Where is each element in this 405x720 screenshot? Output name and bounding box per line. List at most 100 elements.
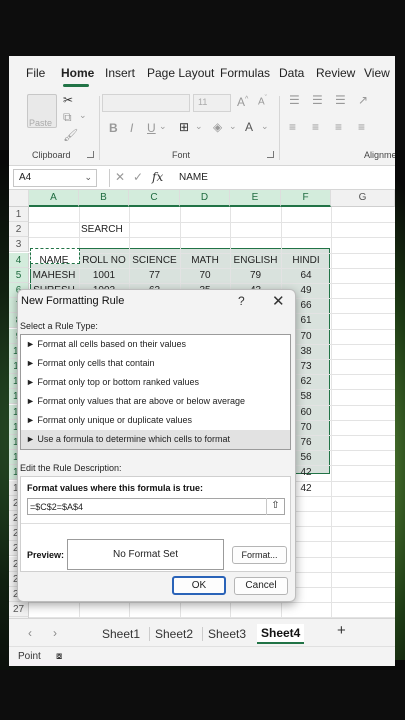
format-button[interactable]: Format... [232, 546, 287, 564]
font-color-icon[interactable]: A [245, 120, 253, 134]
formula-separator [109, 169, 110, 187]
copy-dropdown-icon[interactable]: ⌄ [79, 110, 87, 121]
column-header-d[interactable]: D [180, 190, 230, 207]
bold-icon[interactable]: B [109, 121, 118, 135]
italic-icon[interactable]: I [130, 121, 133, 135]
gridline [331, 207, 332, 630]
tab-page-layout[interactable]: Page Layout [147, 66, 214, 80]
chevron-down-icon[interactable]: ⌄ [84, 172, 92, 183]
formula-content[interactable]: NAME [179, 172, 208, 183]
tab-review[interactable]: Review [316, 66, 355, 80]
orientation-icon[interactable]: ↗ [358, 93, 368, 107]
underline-dropdown-icon[interactable]: ⌄ [159, 121, 167, 132]
tab-view[interactable]: View [364, 66, 390, 80]
rule-type-item-selected[interactable]: ► Use a formula to determine which cells… [21, 430, 290, 449]
gridline [29, 237, 395, 239]
cancel-entry-icon[interactable]: ✕ [115, 170, 125, 184]
fill-color-icon[interactable]: ◈ [213, 120, 222, 134]
cell[interactable]: 1001 [79, 268, 129, 283]
font-launcher-icon[interactable] [267, 151, 274, 158]
name-box-value: A4 [19, 172, 32, 183]
status-mode: Point [18, 651, 41, 662]
rule-type-item[interactable]: ► Format only values that are above or b… [21, 392, 290, 411]
tab-insert[interactable]: Insert [105, 66, 135, 80]
font-size-select[interactable]: 11 [193, 94, 231, 112]
rule-type-item[interactable]: ► Format only cells that contain [21, 354, 290, 373]
align-right-icon[interactable]: ≡ [335, 120, 342, 134]
align-left-icon[interactable]: ≡ [289, 120, 296, 134]
rule-type-list[interactable]: ► Format all cells based on their values… [20, 334, 291, 450]
ok-button[interactable]: OK [172, 576, 226, 595]
sheet-tab-sheet3[interactable]: Sheet3 [208, 627, 246, 641]
indent-icon[interactable]: ≡ [358, 120, 365, 134]
column-header-e[interactable]: E [230, 190, 281, 207]
accessibility-icon[interactable]: ⧇ [56, 651, 62, 662]
align-bottom-icon[interactable]: ☰ [335, 93, 346, 107]
borders-icon[interactable]: ⊞ [179, 120, 189, 134]
tab-formulas[interactable]: Formulas [220, 66, 270, 80]
sheet-tab-sheet2[interactable]: Sheet2 [155, 627, 193, 641]
tab-data[interactable]: Data [279, 66, 304, 80]
row-header-2[interactable]: 2 [9, 222, 29, 238]
font-family-select[interactable] [102, 94, 190, 112]
insert-function-icon[interactable]: fx [152, 170, 163, 184]
sheet-tab-sheet4[interactable]: Sheet4 [257, 624, 305, 644]
scroll-right-icon[interactable]: › [53, 626, 57, 640]
font-color-dropdown-icon[interactable]: ⌄ [261, 121, 269, 132]
select-all-corner[interactable] [9, 190, 29, 207]
rule-type-item[interactable]: ► Format only top or bottom ranked value… [21, 373, 290, 392]
rule-type-item[interactable]: ► Format all cells based on their values [21, 335, 290, 354]
tab-file[interactable]: File [26, 66, 45, 80]
cancel-button[interactable]: Cancel [234, 577, 288, 595]
rule-type-item[interactable]: ► Format only unique or duplicate values [21, 411, 290, 430]
close-icon[interactable]: ✕ [272, 292, 285, 310]
scroll-left-icon[interactable]: ‹ [28, 626, 32, 640]
row-header-3[interactable]: 3 [9, 237, 29, 253]
column-header-c[interactable]: C [129, 190, 180, 207]
align-top-icon[interactable]: ☰ [289, 93, 300, 107]
format-painter-icon[interactable]: 🖌 [63, 128, 78, 142]
cell[interactable]: SEARCH [79, 222, 129, 237]
cut-icon[interactable]: ✂ [63, 93, 73, 107]
name-box[interactable]: A4 ⌄ [13, 169, 97, 187]
cell[interactable]: ROLL NO [79, 253, 129, 268]
row-header-1[interactable]: 1 [9, 207, 29, 222]
align-center-icon[interactable]: ≡ [312, 120, 319, 134]
cell[interactable]: ENGLISH [230, 253, 281, 268]
column-header-a[interactable]: A [29, 190, 79, 207]
cell[interactable]: 79 [230, 268, 281, 283]
cell[interactable]: 70 [180, 268, 230, 283]
underline-icon[interactable]: U [147, 121, 156, 135]
add-sheet-icon[interactable]: + [337, 622, 346, 639]
rule-description-panel: Format values where this formula is true… [20, 476, 291, 572]
row-header-4[interactable]: 4 [9, 252, 29, 268]
copy-icon[interactable]: ⧉ [63, 110, 72, 125]
clipboard-launcher-icon[interactable] [87, 151, 94, 158]
formula-input-value: =$C$2=$A$4 [30, 502, 84, 512]
column-header-f[interactable]: F [281, 190, 331, 207]
sheet-tab-sheet1[interactable]: Sheet1 [102, 627, 140, 641]
cell[interactable]: MAHESH [29, 268, 79, 283]
collapse-dialog-icon[interactable]: ⇧ [266, 498, 284, 515]
select-rule-type-label: Select a Rule Type: [20, 321, 98, 331]
fill-dropdown-icon[interactable]: ⌄ [229, 121, 237, 132]
confirm-entry-icon[interactable]: ✓ [133, 170, 143, 184]
decrease-font-icon[interactable]: Aˇ [258, 95, 267, 107]
cell[interactable]: 77 [129, 268, 180, 283]
align-middle-icon[interactable]: ☰ [312, 93, 323, 107]
row-header-5[interactable]: 5 [9, 267, 29, 283]
cell[interactable]: HINDI [281, 253, 331, 268]
cell[interactable]: SCIENCE [129, 253, 180, 268]
edit-rule-description-label: Edit the Rule Description: [20, 463, 122, 473]
cell[interactable]: 64 [281, 268, 331, 283]
tab-home[interactable]: Home [61, 66, 94, 80]
help-icon[interactable]: ? [238, 294, 245, 308]
column-header-b[interactable]: B [79, 190, 129, 207]
cell[interactable]: MATH [180, 253, 230, 268]
cell[interactable]: NAME [29, 253, 79, 268]
column-header-g[interactable]: G [331, 190, 395, 207]
increase-font-icon[interactable]: A^ [237, 95, 248, 109]
row-header-27[interactable]: 27 [9, 602, 29, 618]
formula-input[interactable]: =$C$2=$A$4 ⇧ [27, 498, 285, 515]
borders-dropdown-icon[interactable]: ⌄ [195, 121, 203, 132]
